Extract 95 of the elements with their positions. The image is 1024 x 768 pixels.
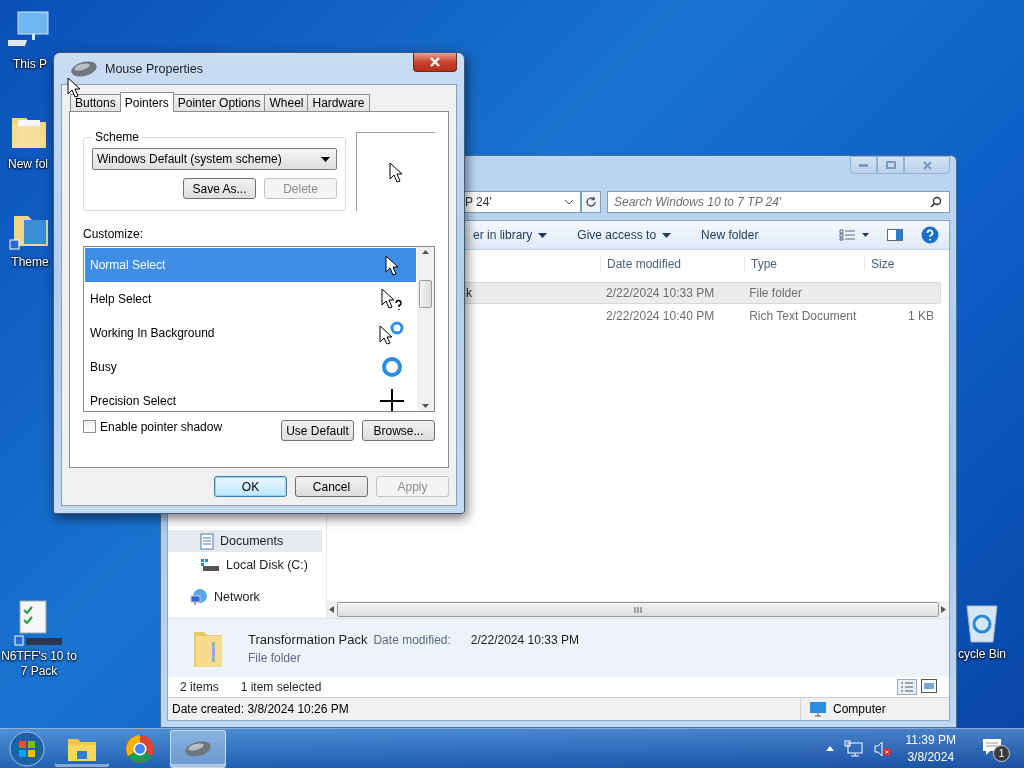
details-type: File folder (248, 650, 302, 665)
restore-icon (885, 161, 896, 169)
monitor-icon (809, 701, 827, 717)
toolbar-button[interactable]: New folder (701, 228, 759, 242)
preview-pane-icon[interactable] (887, 229, 903, 241)
desktop-icon-label[interactable]: This P (13, 57, 47, 72)
details-value: 2/22/2024 10:33 PM (470, 632, 579, 647)
arrow-pointer-icon (389, 161, 403, 183)
busy-ring-icon (381, 356, 403, 378)
tab[interactable]: Wheel (264, 94, 309, 111)
mouse-icon (183, 739, 213, 758)
checkbox[interactable] (83, 420, 96, 433)
minimize-icon (859, 163, 868, 167)
file-type: Rich Text Document (749, 309, 857, 323)
close-button[interactable] (413, 53, 457, 72)
customize-label: Customize: (83, 227, 145, 241)
column-header[interactable]: Date modified (600, 257, 744, 271)
pointer-list-item[interactable]: Busy (85, 350, 416, 384)
file-name: k (466, 286, 472, 300)
dialog-button[interactable]: OK (214, 476, 287, 497)
column-header[interactable]: Type (744, 257, 864, 271)
close-icon (922, 160, 932, 170)
nav-item[interactable]: Documents (168, 530, 322, 552)
file-type: File folder (749, 286, 802, 300)
close-icon (430, 57, 440, 67)
dialog-button[interactable]: Cancel (295, 476, 368, 497)
selection-count: 1 item selected (240, 680, 322, 694)
column-header[interactable]: Size (864, 257, 942, 271)
search-field[interactable]: Search Windows 10 to 7 TP 24' (607, 191, 950, 213)
desktop-icon-label[interactable]: Theme (11, 255, 49, 270)
scroll-left-icon (329, 606, 335, 613)
tab[interactable]: Pointers (119, 92, 174, 112)
minimize-button[interactable] (850, 156, 877, 174)
desktop-icon-label[interactable]: New fol (8, 157, 48, 172)
location-label: Computer (833, 702, 886, 716)
notification-count: 1 (993, 744, 1010, 762)
mouse-icon (69, 59, 99, 78)
date-created: Date created: 3/8/2024 10:26 PM (171, 702, 350, 716)
taskbar-app-button[interactable] (170, 729, 226, 768)
details-label: Date modified: (373, 632, 451, 647)
file-size: 1 KB (908, 309, 934, 323)
pointer-button[interactable]: Browse... (362, 420, 435, 441)
dialog-title: Mouse Properties (105, 61, 203, 76)
pointer-button[interactable]: Use Default (281, 420, 354, 441)
chrome-icon (125, 733, 155, 764)
arrow-pointer-icon (385, 254, 399, 276)
show-hidden-icons-icon[interactable] (825, 746, 834, 751)
drive-icon (200, 558, 220, 572)
caret-icon (662, 232, 672, 238)
tab[interactable]: Buttons (70, 94, 121, 111)
crosshair-icon (379, 388, 405, 411)
document-icon (200, 532, 214, 550)
speaker-muted-icon[interactable] (873, 739, 892, 758)
file-date: 2/22/2024 10:33 PM (606, 286, 715, 300)
help-icon[interactable] (921, 226, 939, 244)
search-icon (930, 196, 942, 208)
shadow-checkbox[interactable]: Enable pointer shadow (83, 419, 223, 434)
clock[interactable]: 11:39 PM 3/8/2024 (905, 731, 956, 766)
scrollbar-thumb[interactable] (419, 280, 432, 308)
nav-item[interactable]: Network (168, 586, 322, 608)
toolbar-button[interactable]: Give access to (577, 228, 672, 242)
refresh-button[interactable] (581, 191, 601, 213)
scroll-down-icon (422, 404, 429, 408)
tab[interactable]: Pointer Options (172, 94, 266, 111)
desktop-icon-label[interactable]: N6TFF's 10 to 7 Pack (1, 649, 77, 679)
help-pointer-icon (381, 287, 403, 311)
tiles-view-icon[interactable] (921, 679, 937, 693)
caret-icon (320, 156, 330, 162)
toolbar-button[interactable]: er in library (473, 228, 548, 242)
chevron-down-icon (564, 199, 574, 205)
grip-icon (633, 606, 643, 613)
action-center-button[interactable]: 1 (980, 733, 1010, 764)
pointer-list-item[interactable]: Precision Select (85, 384, 416, 411)
start-orb-icon (9, 730, 45, 767)
vertical-scrollbar[interactable] (417, 247, 434, 411)
details-name: Transformation Pack (248, 631, 368, 647)
desktop-icon-label[interactable]: cycle Bin (958, 647, 1006, 662)
view-options-icon[interactable] (839, 229, 869, 241)
refresh-icon (585, 196, 597, 208)
file-date: 2/22/2024 10:40 PM (606, 309, 715, 323)
item-count: 2 items (180, 680, 219, 694)
pointer-list-item[interactable]: Working In Background (85, 316, 416, 350)
network-icon (190, 588, 208, 606)
scheme-dropdown[interactable]: Windows Default (system scheme) (92, 148, 337, 170)
scheme-button[interactable]: Save As... (182, 178, 256, 199)
nav-item[interactable]: Local Disk (C:) (168, 554, 322, 576)
tab[interactable]: Hardware (307, 94, 370, 111)
maximize-button[interactable] (877, 156, 904, 174)
caret-icon (538, 232, 548, 238)
checklist-icon (14, 600, 64, 646)
mouse-pointer-icon (67, 77, 81, 98)
working-pointer-icon (379, 321, 405, 345)
network-icon[interactable] (843, 739, 864, 758)
group-label: Scheme (94, 130, 141, 144)
scroll-right-icon (941, 606, 947, 613)
